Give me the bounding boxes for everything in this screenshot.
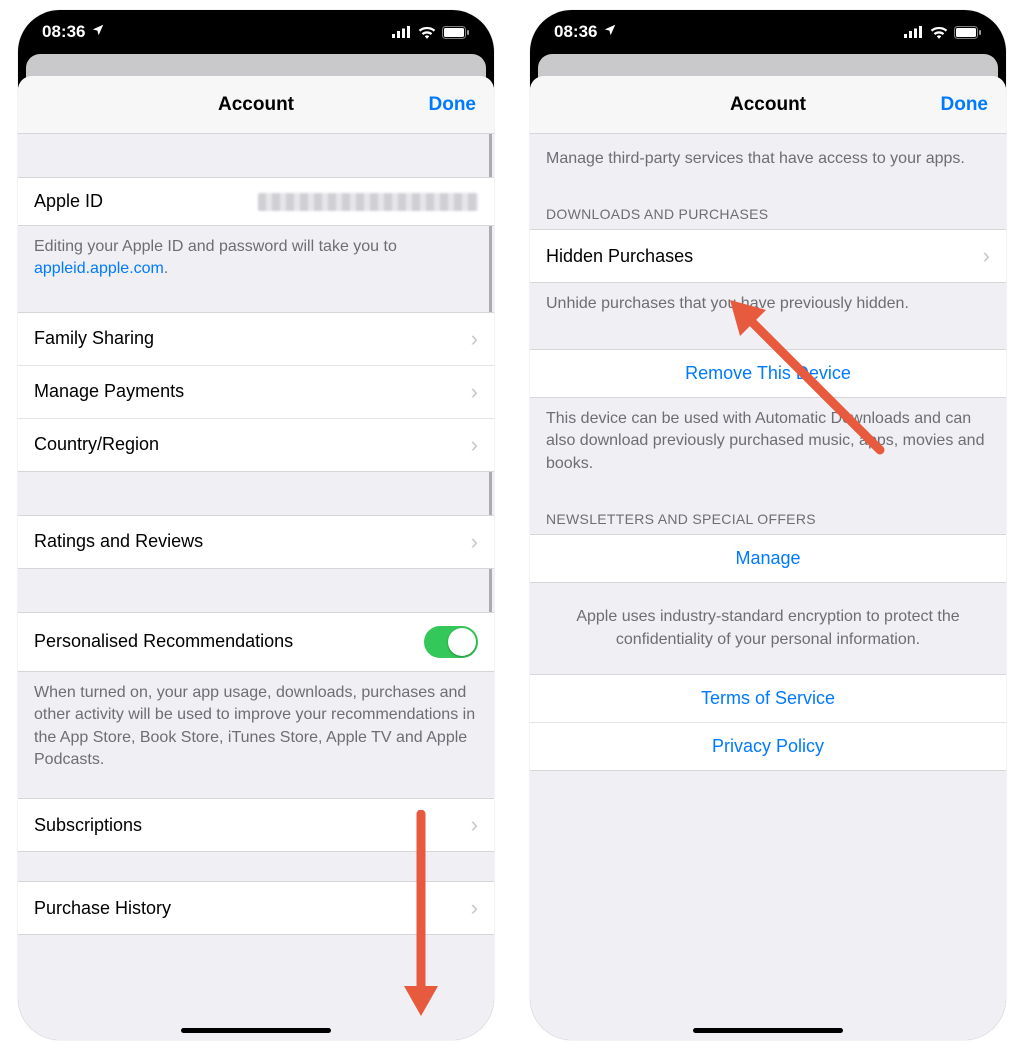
chevron-right-icon: › xyxy=(471,379,478,405)
terms-of-service-link[interactable]: Terms of Service xyxy=(530,674,1006,723)
ratings-reviews-row[interactable]: Ratings and Reviews › xyxy=(18,515,494,569)
navbar: Account Done xyxy=(530,76,1006,134)
chevron-right-icon: › xyxy=(471,812,478,838)
status-time: 08:36 xyxy=(42,22,85,42)
family-sharing-row[interactable]: Family Sharing › xyxy=(18,312,494,366)
manage-newsletters-button[interactable]: Manage xyxy=(530,534,1006,583)
remove-device-note: This device can be used with Automatic D… xyxy=(530,398,1006,489)
done-button[interactable]: Done xyxy=(429,94,477,116)
navbar: Account Done xyxy=(18,76,494,134)
chevron-right-icon: › xyxy=(471,895,478,921)
hidden-purchases-note: Unhide purchases that you have previousl… xyxy=(530,283,1006,329)
hidden-purchases-row[interactable]: Hidden Purchases › xyxy=(530,229,1006,283)
cellular-icon xyxy=(904,26,924,38)
apple-id-row[interactable]: Apple ID xyxy=(18,177,494,226)
account-sheet: Account Done Manage third-party services… xyxy=(530,76,1006,1040)
page-title: Account xyxy=(218,94,294,116)
privacy-policy-link[interactable]: Privacy Policy xyxy=(530,722,1006,771)
manage-payments-row[interactable]: Manage Payments › xyxy=(18,365,494,419)
battery-icon xyxy=(442,26,470,39)
status-time: 08:36 xyxy=(554,22,597,42)
phone-right: 08:36 Account Done Manage third-party se… xyxy=(530,10,1006,1040)
home-indicator xyxy=(693,1028,843,1033)
chevron-right-icon: › xyxy=(471,529,478,555)
wifi-icon xyxy=(418,26,436,39)
location-icon xyxy=(603,22,617,42)
appleid-link[interactable]: appleid.apple.com xyxy=(34,260,164,277)
location-icon xyxy=(91,22,105,42)
cellular-icon xyxy=(392,26,412,38)
remove-this-device-button[interactable]: Remove This Device xyxy=(530,349,1006,398)
wifi-icon xyxy=(930,26,948,39)
home-indicator xyxy=(181,1028,331,1033)
encryption-note: Apple uses industry-standard encryption … xyxy=(530,583,1006,675)
personalised-note: When turned on, your app usage, download… xyxy=(18,672,494,786)
downloads-header: DOWNLOADS AND PURCHASES xyxy=(530,184,1006,230)
newsletters-header: NEWSLETTERS AND SPECIAL OFFERS xyxy=(530,489,1006,535)
personalised-recommendations-row: Personalised Recommendations xyxy=(18,612,494,672)
page-title: Account xyxy=(730,94,806,116)
content-scroll[interactable]: Apple ID Editing your Apple ID and passw… xyxy=(18,134,494,1040)
apple-id-label: Apple ID xyxy=(34,191,103,212)
chevron-right-icon: › xyxy=(983,243,990,269)
content-scroll[interactable]: Manage third-party services that have ac… xyxy=(530,134,1006,1040)
status-bar: 08:36 xyxy=(18,10,494,54)
account-sheet: Account Done Apple ID Editing your Apple… xyxy=(18,76,494,1040)
chevron-right-icon: › xyxy=(471,432,478,458)
apple-id-note: Editing your Apple ID and password will … xyxy=(18,226,494,295)
status-bar: 08:36 xyxy=(530,10,1006,54)
apple-id-value-redacted xyxy=(258,193,478,211)
battery-icon xyxy=(954,26,982,39)
apps-access-note: Manage third-party services that have ac… xyxy=(530,134,1006,184)
purchase-history-row[interactable]: Purchase History › xyxy=(18,881,494,935)
phone-left: 08:36 Account Done Apple ID xyxy=(18,10,494,1040)
chevron-right-icon: › xyxy=(471,326,478,352)
country-region-row[interactable]: Country/Region › xyxy=(18,418,494,472)
personalised-toggle[interactable] xyxy=(424,626,478,658)
subscriptions-row[interactable]: Subscriptions › xyxy=(18,798,494,852)
done-button[interactable]: Done xyxy=(941,94,989,116)
